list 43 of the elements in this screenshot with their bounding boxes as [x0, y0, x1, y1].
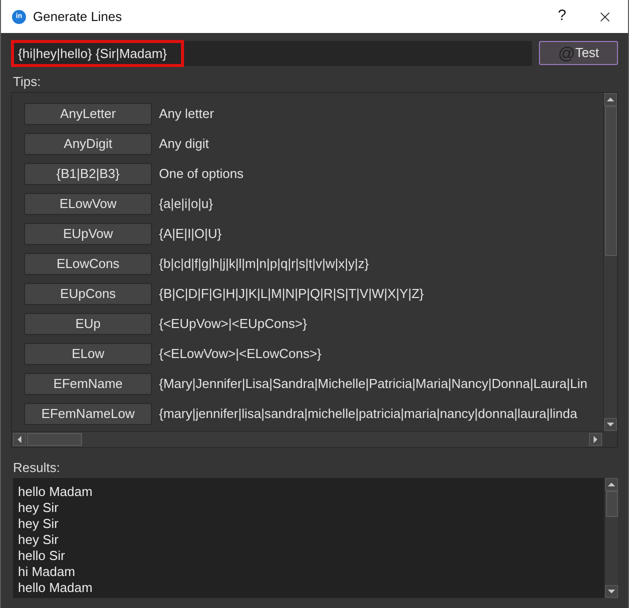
pattern-text: {hi|hey|hello} {Sir|Madam}: [11, 40, 184, 67]
tip-button[interactable]: AnyLetter: [24, 103, 152, 125]
vertical-scrollbar[interactable]: [603, 93, 617, 431]
tip-button[interactable]: EUp: [24, 313, 152, 335]
scrollbar-thumb[interactable]: [27, 433, 82, 446]
tip-description: Any digit: [159, 135, 209, 154]
tip-button[interactable]: EUpCons: [24, 283, 152, 305]
pattern-field[interactable]: {hi|hey|hello} {Sir|Madam}: [11, 41, 532, 66]
help-button[interactable]: ?: [542, 0, 582, 33]
tips-label: Tips:: [12, 73, 42, 91]
tip-description: {a|e|i|o|u}: [159, 195, 213, 214]
tip-button[interactable]: EFemName: [24, 373, 152, 395]
tip-button[interactable]: ELowCons: [24, 253, 152, 275]
result-line: hi Madam: [18, 564, 76, 580]
tip-description: {<ELowVow>|<ELowCons>}: [159, 345, 322, 364]
tip-description: Any letter: [159, 105, 214, 124]
tip-button[interactable]: ELowVow: [24, 193, 152, 215]
tip-button[interactable]: {B1|B2|B3}: [24, 163, 152, 185]
tip-button[interactable]: AnyDigit: [24, 133, 152, 155]
result-line: hello Sir: [18, 548, 65, 564]
test-button[interactable]: @Test: [539, 41, 618, 65]
tip-description: {mary|jennifer|lisa|sandra|michelle|patricia|maria|nancy|donna|laura|linda: [159, 405, 578, 424]
result-line: hello Madam: [18, 580, 92, 596]
at-sign-icon: @: [558, 44, 576, 62]
tip-button[interactable]: EFemNameLow: [24, 403, 152, 425]
horizontal-scrollbar[interactable]: [12, 431, 603, 447]
result-line: hey Sir: [18, 500, 58, 516]
tip-button[interactable]: EUpVow: [24, 223, 152, 245]
window-title: Generate Lines: [33, 8, 122, 26]
result-line: hey Sir: [18, 516, 58, 532]
tip-description: {B|C|D|F|G|H|J|K|L|M|N|P|Q|R|S|T|V|W|X|Y|Z}: [159, 285, 424, 304]
tip-description: {<EUpVow>|<EUpCons>}: [159, 315, 307, 334]
results-label: Results:: [12, 459, 61, 477]
tip-button[interactable]: ELow: [24, 343, 152, 365]
scrollbar-thumb[interactable]: [604, 106, 616, 256]
tip-description: {Mary|Jennifer|Lisa|Sandra|Michelle|Patricia|Maria|Nancy|Donna|Laura|Lin: [159, 375, 588, 394]
vertical-scrollbar[interactable]: [604, 478, 618, 598]
scrollbar-thumb[interactable]: [606, 491, 618, 517]
tip-description: {b|c|d|f|g|h|j|k|l|m|n|p|q|r|s|t|v|w|x|y|z}: [159, 255, 369, 274]
result-line: hello Madam: [18, 484, 92, 500]
result-line: hey Sir: [18, 532, 58, 548]
tip-description: One of options: [159, 165, 244, 184]
tip-description: {A|E|I|O|U}: [159, 225, 222, 244]
